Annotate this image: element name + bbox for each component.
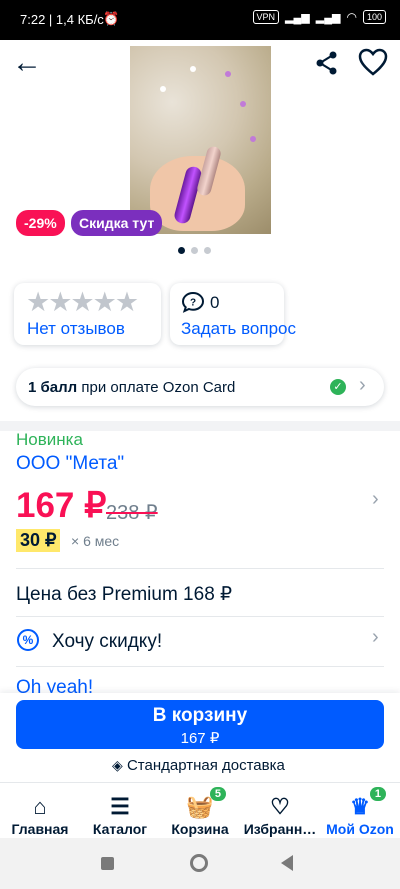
old-price: 238 ₽ — [106, 502, 158, 524]
bottom-tab-bar: ⌂ Главная ☰ Каталог 🧺 5 Корзина ♡ Избран… — [0, 782, 400, 839]
chevron-right-icon: › — [372, 626, 379, 648]
want-discount-row[interactable]: % Хочу скидку! › — [0, 620, 400, 664]
box-icon: ◈ — [112, 757, 123, 773]
divider — [16, 616, 384, 617]
home-circle-icon[interactable] — [190, 854, 208, 872]
battery-icon: 100 — [362, 10, 386, 24]
pagination-dot[interactable] — [191, 247, 198, 254]
add-to-cart-label: В корзину — [152, 705, 248, 726]
vpn-indicator: VPN — [252, 10, 280, 24]
tab-label: Избранн… — [243, 821, 317, 837]
want-discount-label: Хочу скидку! — [52, 631, 163, 652]
svg-text:?: ? — [190, 298, 196, 309]
signal-icon-2: ▂▄▆ — [315, 11, 341, 24]
tab-my-ozon[interactable]: ♛ 1 Мой Ozon — [320, 787, 400, 837]
tab-label: Главная — [11, 821, 69, 837]
tab-catalog[interactable]: ☰ Каталог — [80, 793, 160, 837]
check-icon: ✓ — [330, 379, 346, 395]
divider — [16, 666, 384, 667]
questions-count: 0 — [210, 293, 220, 312]
ask-question-link: Задать вопрос — [181, 319, 296, 338]
rating-stars-icon: ★★★★★ — [26, 287, 139, 317]
delivery-info: ◈ Стандартная доставка — [112, 757, 285, 774]
points-description: при оплате Ozon Card — [77, 379, 236, 396]
reviews-card[interactable]: ★★★★★ Нет отзывов — [14, 283, 161, 345]
tab-label: Каталог — [92, 821, 148, 837]
chevron-right-icon: › — [372, 488, 379, 510]
cart-count-badge: 5 — [209, 787, 226, 801]
installment-term: × 6 мес — [71, 533, 120, 549]
seller-link[interactable]: ООО "Мета" — [16, 453, 124, 475]
cart-basket-icon: 🧺 — [186, 794, 214, 819]
share-icon[interactable] — [314, 50, 340, 81]
points-text: 1 балл при оплате Ozon Card — [28, 379, 235, 396]
signal-icon: ▂▄▆ — [285, 11, 310, 24]
pagination-dot[interactable] — [204, 247, 211, 254]
reviews-label: Нет отзывов — [27, 319, 125, 338]
catalog-search-icon: ☰ — [110, 794, 130, 819]
discount-badge: -29% — [16, 210, 65, 236]
ozon-card-points-row[interactable]: 1 балл при оплате Ozon Card ✓ › — [16, 368, 384, 406]
price-block[interactable]: 167 ₽ 238 ₽ › 30 ₽ × 6 мес — [0, 478, 400, 560]
system-nav-bar — [0, 838, 400, 889]
product-photo[interactable] — [130, 46, 271, 234]
pagination-dot[interactable] — [178, 247, 185, 254]
add-to-cart-price: 167 ₽ — [180, 730, 220, 747]
current-price: 167 ₽ — [16, 486, 107, 525]
discount-percent-icon: % — [17, 629, 39, 651]
tab-favorites[interactable]: ♡ Избранн… — [240, 793, 320, 837]
tab-label: Мой Ozon — [326, 821, 394, 837]
crown-icon: ♛ — [350, 794, 370, 819]
points-amount: 1 балл — [28, 379, 78, 396]
my-ozon-count-badge: 1 — [369, 787, 386, 801]
question-bubble-icon: ? — [181, 291, 205, 318]
wifi-icon: ◠ — [346, 10, 357, 24]
installment-price: 30 ₽ — [16, 529, 61, 552]
price-without-premium: Цена без Premium 168 ₽ — [16, 584, 233, 605]
alarm-icon: ⏰ — [103, 11, 120, 26]
home-icon: ⌂ — [33, 794, 47, 819]
tab-cart[interactable]: 🧺 5 Корзина — [160, 787, 240, 837]
recent-apps-icon[interactable] — [101, 857, 114, 870]
status-bar: 7:22 | 1,4 КБ/с ⏰ VPN ▂▄▆ ▂▄▆ ◠ 100 — [0, 0, 400, 40]
divider — [16, 568, 384, 569]
delivery-label: Стандартная доставка — [126, 757, 285, 774]
status-time: 7:22 | 1,4 КБ/с — [20, 12, 104, 27]
back-triangle-icon[interactable] — [281, 855, 293, 871]
tab-home[interactable]: ⌂ Главная — [0, 793, 80, 837]
chevron-right-icon: › — [359, 374, 366, 396]
tab-label: Корзина — [171, 821, 229, 837]
gallery-pagination — [175, 241, 214, 259]
new-label: Новинка — [16, 430, 83, 449]
favorite-heart-icon[interactable] — [358, 48, 388, 81]
promo-badge[interactable]: Скидка тут — [71, 210, 163, 236]
back-arrow-icon[interactable]: ← — [12, 48, 42, 78]
add-to-cart-button[interactable]: В корзину 167 ₽ — [16, 700, 384, 749]
questions-card[interactable]: ? 0 Задать вопрос — [170, 283, 296, 345]
heart-icon: ♡ — [270, 794, 290, 819]
